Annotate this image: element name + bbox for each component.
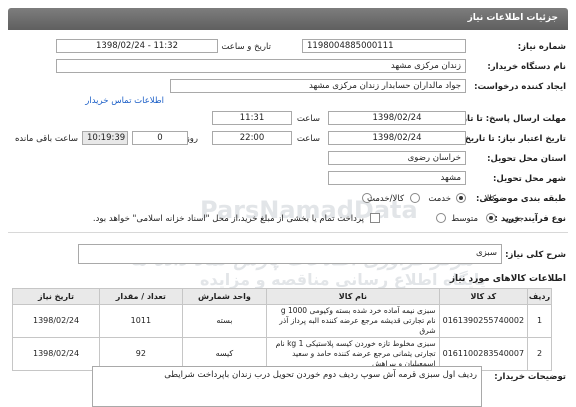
contact-buyer-link[interactable]: اطلاعات تماس خریدار <box>85 96 164 106</box>
treasury-payment-checkbox[interactable] <box>370 213 380 223</box>
purchase-medium-radio[interactable] <box>436 213 446 223</box>
page-header: جزئیات اطلاعات نیاز <box>8 8 568 30</box>
item-quantity: 1011 <box>99 304 183 338</box>
items-section-title: اطلاعات کالاهای مورد نیاز <box>449 274 566 284</box>
column-header: تاریخ نیاز <box>11 288 101 305</box>
row-number: 2 <box>527 337 552 371</box>
item-need-date: 1398/02/24 <box>11 337 101 371</box>
reply-deadline-label: مهلت ارسال پاسخ: تا تاریخ: <box>449 114 566 124</box>
category-service-label: خدمت <box>428 194 451 204</box>
reply-time-field: 11:31 <box>212 111 292 125</box>
page-title: جزئیات اطلاعات نیاز <box>467 13 558 23</box>
category-both-label: کالا/خدمت <box>367 194 404 204</box>
remaining-label: ساعت باقی مانده <box>14 134 78 144</box>
city-label: شهر محل تحویل: <box>493 174 566 184</box>
need-number-field: 1198004885000111 <box>302 39 466 53</box>
buyer-field: زندان مرکزی مشهد <box>56 59 466 73</box>
table-row: 1 0161390255740002 سبزی نیمه آماده خرد ش… <box>11 304 552 338</box>
validity-time-field: 22:00 <box>212 131 292 145</box>
province-label: استان محل تحویل: <box>487 154 566 164</box>
watermark-subtitle: پایگاه اطلاع رسانی مناقصه و مزایده <box>200 270 486 289</box>
creator-field: جواد مالداران حسابدار زندان مرکزی مشهد <box>170 79 466 93</box>
purchase-minor-label: جزیی <box>504 214 524 224</box>
province-field: خراسان رضوی <box>328 151 466 165</box>
city-field: مشهد <box>328 171 466 185</box>
validity-time-label: ساعت <box>296 134 320 144</box>
column-header: نام کالا <box>266 288 440 305</box>
column-header: تعداد / مقدار <box>99 288 183 305</box>
row-number: 1 <box>527 304 552 338</box>
buyer-label: نام دستگاه خریدار: <box>487 62 566 72</box>
creator-label: ایجاد کننده درخواست: <box>474 82 566 92</box>
category-service-radio[interactable] <box>410 193 420 203</box>
general-description-field: سبزی <box>78 244 502 264</box>
need-number-label: شماره نیاز: <box>517 42 566 52</box>
items-table: ردیف کد کالا نام کالا واحد شمارش تعداد /… <box>11 288 552 371</box>
buyer-notes-label: توضیحات خریدار: <box>494 372 566 382</box>
treasury-payment-note: پرداخت تمام یا بخشی از مبلغ خرید،از محل … <box>92 214 364 224</box>
category-goods-radio[interactable] <box>456 193 466 203</box>
buyer-notes-field: ردیف اول سبزی قرمه آش سوپ ردیف دوم خوردن… <box>92 366 482 407</box>
column-header: ردیف <box>527 288 552 305</box>
days-field: 0 <box>132 131 188 145</box>
item-code: 0161390255740002 <box>438 304 529 338</box>
purchase-medium-label: متوسط <box>451 214 478 224</box>
column-header: واحد شمارش <box>181 288 268 305</box>
reply-date-field: 1398/02/24 <box>328 111 466 125</box>
item-name: سبزی نیمه آماده خرد شده بسته وکیومی 1000… <box>266 304 440 338</box>
item-unit: بسته <box>181 304 268 338</box>
table-header-row: ردیف کد کالا نام کالا واحد شمارش تعداد /… <box>11 288 552 305</box>
announce-field: 1398/02/24 - 11:32 <box>56 39 218 53</box>
general-description-label: شرح کلی نیاز: <box>505 250 566 260</box>
validity-date-field: 1398/02/24 <box>328 131 466 145</box>
reply-time-label: ساعت <box>296 114 320 124</box>
purchase-minor-radio[interactable] <box>486 213 496 223</box>
validity-label: تاریخ اعتبار نیاز: تا تاریخ: <box>461 134 566 144</box>
remaining-time-field: 10:19:39 <box>82 131 128 145</box>
category-goods-label: کالا <box>484 194 496 204</box>
item-need-date: 1398/02/24 <box>11 304 101 338</box>
divider <box>8 232 568 233</box>
column-header: کد کالا <box>438 288 529 305</box>
